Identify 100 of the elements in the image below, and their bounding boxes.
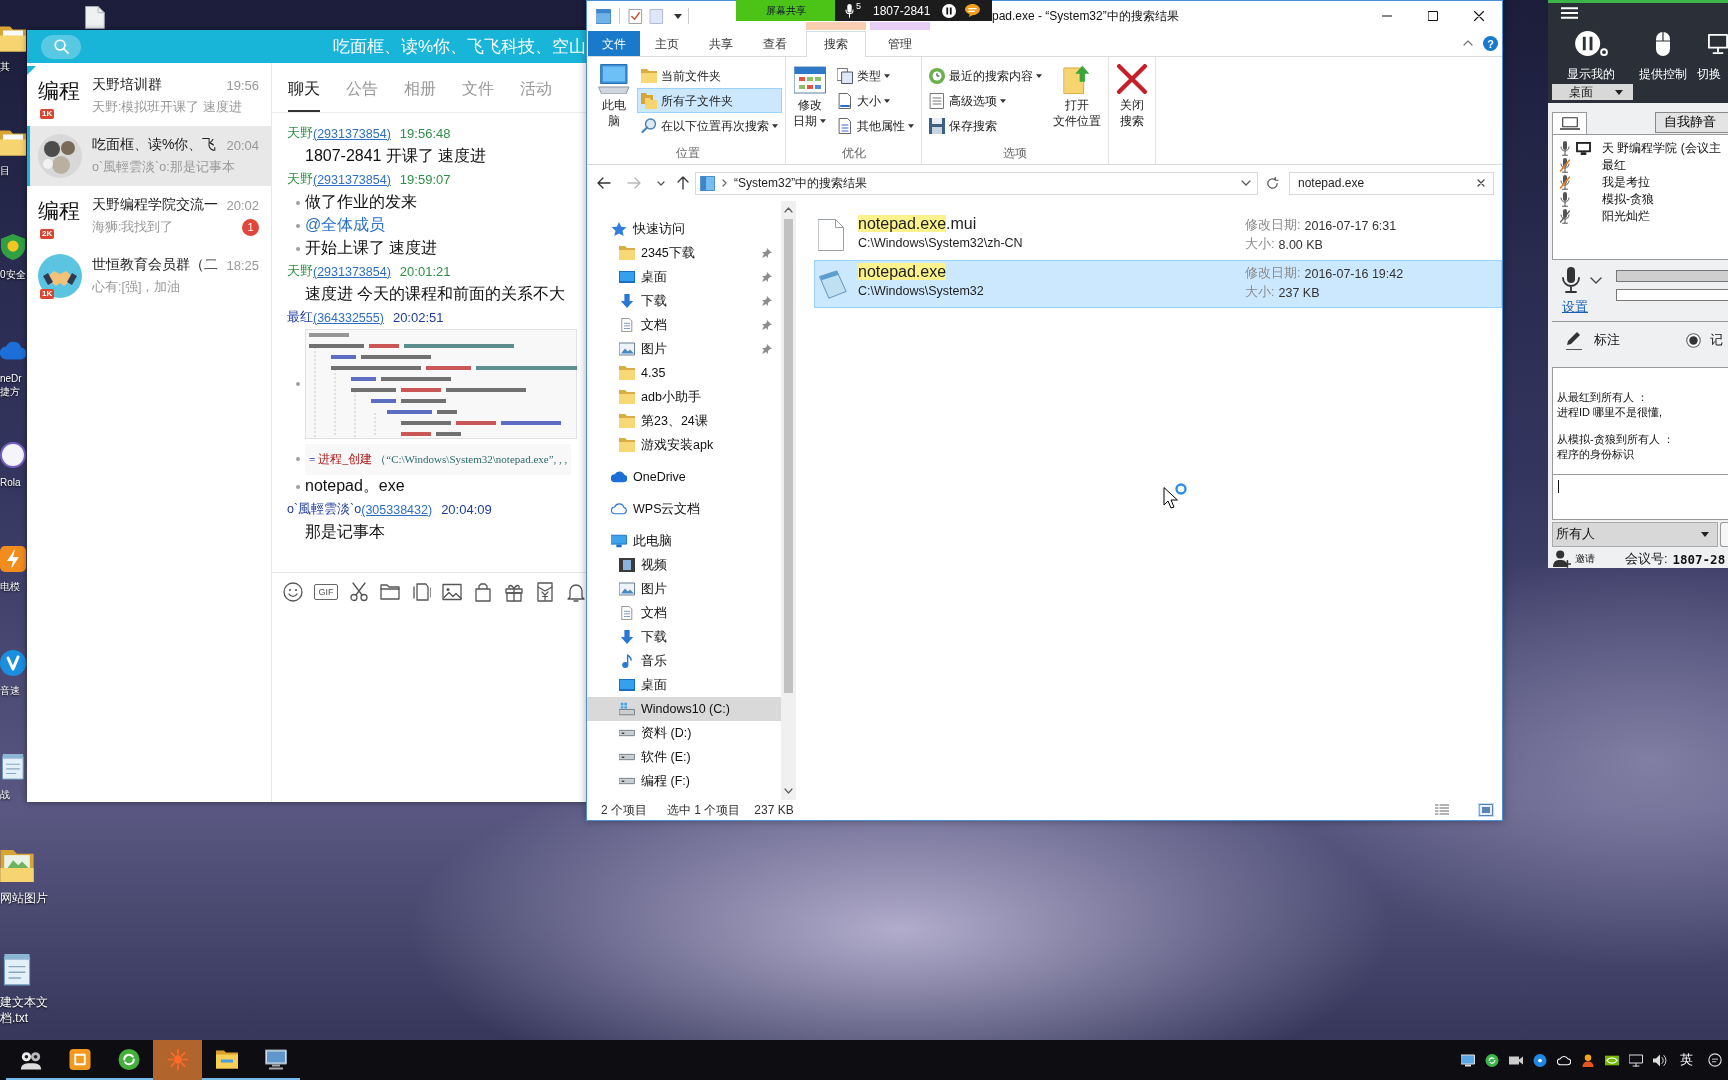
desktop-icon-label[interactable]: Rola [0, 476, 21, 489]
ribbon-button[interactable]: 最近的搜索内容 [925, 63, 1046, 88]
user-id-link[interactable]: (2931373854) [313, 172, 391, 187]
ribbon-button[interactable]: 在以下位置再次搜索 [637, 113, 782, 138]
ribbon-button[interactable]: 类型 [833, 63, 918, 88]
scrollbar[interactable] [781, 201, 796, 800]
yen-envelope-icon[interactable] [535, 581, 555, 602]
nav-item[interactable]: 游戏安装apk [587, 433, 781, 457]
help-button[interactable]: ? [1483, 36, 1498, 51]
desktop-icon-label[interactable]: 0安全 [0, 268, 26, 281]
nav-item[interactable]: 软件 (E:) [587, 745, 781, 769]
meeting-control-button[interactable]: 切换 [1695, 31, 1728, 81]
nav-item[interactable]: 资料 (D:) [587, 721, 781, 745]
settings-link[interactable]: 设置 [1562, 299, 1588, 316]
search-field[interactable]: notepad.exe [1289, 171, 1494, 195]
address-bar[interactable]: “System32”中的搜索结果 [695, 171, 1258, 195]
menu-icon[interactable] [1561, 7, 1578, 19]
nav-item[interactable]: 编程 (F:) [587, 769, 781, 793]
nav-item[interactable]: 音乐 [587, 649, 781, 673]
nav-item[interactable]: 视频 [587, 553, 781, 577]
ribbon-tab[interactable]: 管理 [870, 31, 930, 56]
speech-bubble-icon[interactable] [1708, 1053, 1722, 1067]
ribbon-button[interactable]: 修改 日期 [789, 61, 830, 132]
nav-item[interactable]: 下载 [587, 289, 781, 313]
nav-item[interactable]: 文档 [587, 313, 781, 337]
nav-item[interactable]: 4.35 [587, 361, 781, 385]
nav-item[interactable]: 桌面 [587, 673, 781, 697]
ribbon-button[interactable]: 当前文件夹 [637, 63, 782, 88]
file-item[interactable]: notepad.exe C:\Windows\System32 修改日期: 2016-07-16 19:42 大小: 237 KB [814, 260, 1502, 308]
user-id-link[interactable]: (2931373854) [313, 264, 391, 279]
refresh-app-icon[interactable] [1485, 1053, 1499, 1067]
close-icon[interactable] [1474, 11, 1484, 21]
cloud-icon[interactable] [1557, 1053, 1571, 1067]
conversation-item[interactable]: 编程 2K 天野编程学院交流一 20:02 海狮:我找到了 1 [27, 186, 271, 246]
file-item[interactable]: notepad.exe.mui C:\Windows\System32\zh-CN 修改日期: 2016-07-17 6:31 大小: 8.00 KB [814, 212, 1502, 260]
smiley-icon[interactable] [283, 581, 303, 602]
chevron-down-icon[interactable] [657, 180, 665, 186]
customize-caret-icon[interactable] [674, 13, 682, 19]
scroll-up-icon[interactable] [784, 207, 793, 213]
mute-self-button[interactable]: 自我静音 [1655, 112, 1728, 133]
ribbon-button[interactable]: 所有子文件夹 [637, 88, 782, 113]
disc-icon[interactable] [1533, 1053, 1547, 1067]
nav-item[interactable]: 图片 [587, 577, 781, 601]
desktop-icon-label[interactable]: 目 [0, 164, 10, 177]
checklist-icon[interactable] [628, 8, 643, 24]
pencil-icon[interactable] [1566, 330, 1582, 346]
logo-circle-icon[interactable] [0, 650, 26, 676]
input-method-indicator[interactable]: 英 [1680, 1051, 1693, 1069]
ribbon-button[interactable]: 高级选项 [925, 88, 1046, 113]
ribbon-button[interactable]: 关闭 搜索 [1112, 61, 1152, 132]
folder-icon[interactable] [0, 130, 26, 156]
send-button[interactable] [1720, 522, 1728, 547]
refresh-icon[interactable] [1266, 176, 1279, 190]
back-arrow-icon[interactable] [597, 177, 611, 189]
ribbon-tab[interactable]: 搜索 [806, 31, 866, 57]
nav-item[interactable]: adb小助手 [587, 385, 781, 409]
screen-icon[interactable] [1461, 1053, 1475, 1067]
nav-item[interactable]: 快速访问 [587, 217, 781, 241]
desktop-icon-label[interactable]: 电模 [0, 580, 20, 593]
record-label[interactable]: 记 [1710, 331, 1723, 349]
desktop-icon-label[interactable]: 音速 [0, 684, 20, 697]
nav-item[interactable]: 桌面 [587, 265, 781, 289]
invite-link[interactable]: 邀请 [1575, 552, 1595, 566]
person-icon[interactable] [1581, 1053, 1595, 1067]
share-target-dropdown[interactable]: 桌面 [1552, 84, 1633, 100]
file-icon[interactable] [85, 6, 105, 29]
notepad-icon[interactable] [0, 754, 26, 780]
desktop-icon-label[interactable]: 其 [0, 60, 10, 73]
record-icon[interactable] [1686, 332, 1701, 348]
chat-bubble-icon[interactable] [965, 4, 981, 17]
meeting-control-button[interactable]: 显示我的 [1552, 31, 1631, 81]
ribbon-button[interactable]: 大小 [833, 88, 918, 113]
folder-icon[interactable] [0, 26, 26, 52]
desktop-icon-label[interactable]: 战 [0, 788, 10, 801]
attendees-tab[interactable] [1552, 112, 1587, 134]
ring-icon[interactable] [0, 442, 26, 468]
add-person-icon[interactable] [1553, 550, 1571, 568]
nav-item[interactable]: 2345下载 [587, 241, 781, 265]
bell-icon[interactable] [566, 581, 586, 602]
conversation-item[interactable]: 吃面框、读%你、飞 20:04 o`風輕雲淡`o:那是记事本 [27, 126, 271, 186]
maximize-icon[interactable] [1428, 11, 1438, 21]
history-caret-icon[interactable] [1241, 180, 1251, 186]
meeting-control-button[interactable]: 提供控制 [1630, 31, 1695, 81]
speaker-icon[interactable] [1653, 1053, 1667, 1067]
ribbon-button[interactable]: 此电 脑 [594, 61, 634, 132]
nav-item[interactable]: 第23、24课 [587, 409, 781, 433]
ribbon-tab[interactable]: 主页 [640, 31, 694, 56]
desktop-icon-label[interactable]: 网站图片 [0, 890, 48, 906]
eye-tile-icon[interactable] [1605, 1053, 1619, 1067]
scissors-icon[interactable] [349, 581, 369, 602]
chevron-up-icon[interactable] [1463, 40, 1473, 46]
network-icon[interactable] [1629, 1053, 1643, 1067]
nav-item[interactable]: OneDrive [587, 465, 781, 489]
nav-item[interactable]: WPS云文档 [587, 497, 781, 521]
file-menu-button[interactable]: 文件 [588, 31, 640, 56]
conversation-item[interactable]: 1K 世恒教育会员群（二 18:25 心有:[强]，加油 [27, 246, 271, 306]
pause-icon[interactable] [942, 3, 957, 18]
ribbon-tab[interactable]: 共享 [694, 31, 748, 56]
bag-icon[interactable] [473, 581, 493, 602]
screen-share-label[interactable]: 屏幕共享 [736, 0, 835, 21]
